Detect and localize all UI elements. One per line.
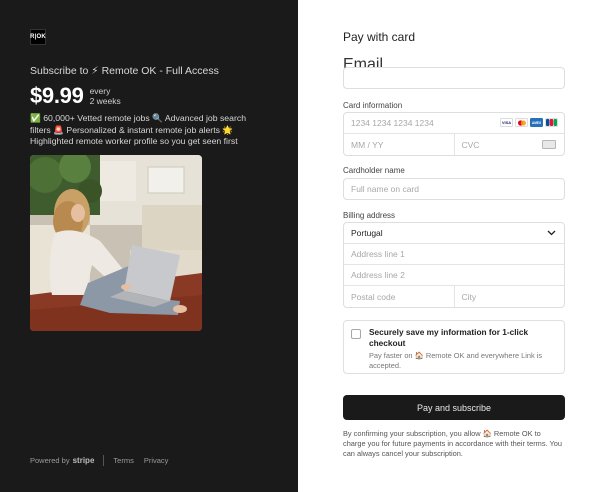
pay-with-card-title: Pay with card <box>343 30 416 44</box>
visa-icon: VISA <box>500 118 513 127</box>
cardholder-name-placeholder: Full name on card <box>351 184 420 194</box>
jcb-icon <box>545 118 558 127</box>
amex-icon: AMEX <box>530 118 543 127</box>
subscription-title: Subscribe to ⚡ Remote OK - Full Access <box>30 65 219 77</box>
country-value: Portugal <box>351 228 383 238</box>
mastercard-icon <box>515 118 528 127</box>
save-info-description: Pay faster on 🏠 Remote OK and everywhere… <box>369 351 543 370</box>
card-cvc-placeholder: CVC <box>461 139 480 150</box>
price-amount: $9.99 <box>30 83 84 108</box>
card-number-placeholder: 1234 1234 1234 1234 <box>351 118 434 128</box>
address-line-1-field[interactable]: Address line 1 <box>344 244 564 265</box>
card-information-label: Card information <box>343 101 403 110</box>
postal-code-placeholder: Postal code <box>351 291 396 302</box>
amex-icon-label: AMEX <box>531 120 542 125</box>
address-line-1-placeholder: Address line 1 <box>351 249 405 259</box>
stripe-logo[interactable]: stripe <box>73 456 95 465</box>
cardholder-name-label: Cardholder name <box>343 166 405 175</box>
woman-with-laptop-illustration <box>30 154 202 331</box>
save-info-checkbox[interactable] <box>351 329 361 339</box>
powered-by-label: Powered by <box>30 456 70 465</box>
billing-address-group: Portugal Address line 1 Address line 2 P… <box>343 222 565 308</box>
payment-form-panel: Pay with card Email Card information 123… <box>298 0 600 492</box>
stripe-footer: Powered by stripe Terms Privacy <box>30 455 178 466</box>
card-information-group: 1234 1234 1234 1234 VISA AMEX MM / YY CV… <box>343 112 565 156</box>
subscription-terms-text: By confirming your subscription, you all… <box>343 429 562 458</box>
email-field[interactable] <box>343 67 565 89</box>
card-expiry-field[interactable]: MM / YY <box>344 134 455 155</box>
cardholder-name-field[interactable]: Full name on card <box>343 178 565 200</box>
card-number-field[interactable]: 1234 1234 1234 1234 VISA AMEX <box>344 113 564 134</box>
postal-city-row: Postal code City <box>344 286 564 307</box>
city-placeholder: City <box>461 291 477 302</box>
pay-and-subscribe-button[interactable]: Pay and subscribe <box>343 395 565 420</box>
postal-code-field[interactable]: Postal code <box>344 286 455 307</box>
chevron-down-icon <box>547 230 556 236</box>
footer-divider <box>103 455 105 466</box>
billing-period: every 2 weeks <box>90 86 121 106</box>
save-info-text: Securely save my information for 1-click… <box>369 327 556 370</box>
address-line-2-field[interactable]: Address line 2 <box>344 265 564 286</box>
remote-ok-logo[interactable]: R|OK <box>30 29 46 45</box>
product-summary-panel: R|OK Subscribe to ⚡ Remote OK - Full Acc… <box>0 0 298 492</box>
feature-description: ✅ 60,000+ Vetted remote jobs 🔍 Advanced … <box>30 113 247 146</box>
billing-period-line1: every <box>89 86 111 96</box>
billing-period-line2: 2 weeks <box>89 96 121 106</box>
card-expiry-placeholder: MM / YY <box>351 139 384 150</box>
card-cvc-field[interactable]: CVC <box>455 134 565 155</box>
billing-address-label: Billing address <box>343 211 396 220</box>
city-field[interactable]: City <box>455 286 565 307</box>
card-brand-icons: VISA AMEX <box>500 118 558 127</box>
price-row: $9.99 every 2 weeks <box>30 83 268 109</box>
cvc-card-icon <box>542 140 556 149</box>
terms-link[interactable]: Terms <box>113 456 133 465</box>
save-info-title: Securely save my information for 1-click… <box>369 327 529 348</box>
save-info-box[interactable]: Securely save my information for 1-click… <box>343 320 565 374</box>
address-line-2-placeholder: Address line 2 <box>351 270 405 280</box>
country-select[interactable]: Portugal <box>344 223 564 244</box>
product-image <box>30 154 202 331</box>
card-expiry-cvc-row: MM / YY CVC <box>344 134 564 155</box>
privacy-link[interactable]: Privacy <box>144 456 169 465</box>
